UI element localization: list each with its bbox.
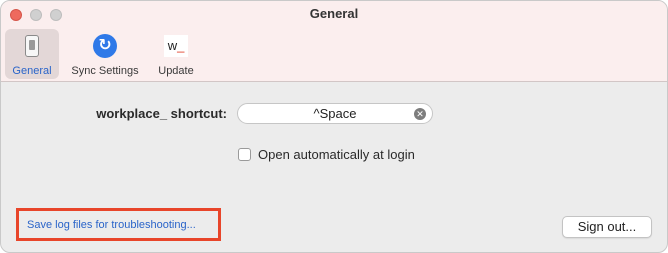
update-icon: w_ [163, 33, 189, 59]
open-at-login-label[interactable]: Open automatically at login [258, 147, 415, 162]
tab-update[interactable]: w_ Update [151, 29, 201, 79]
open-at-login-checkbox[interactable] [238, 147, 251, 161]
sync-icon: ↻ [92, 33, 118, 59]
tab-general-label: General [12, 65, 52, 77]
window-title: General [309, 6, 359, 21]
shortcut-value: ^Space [313, 106, 357, 121]
shortcut-label: workplace_ shortcut: [96, 106, 227, 121]
clear-shortcut-icon[interactable]: ✕ [414, 108, 426, 120]
tab-sync-settings[interactable]: ↻ Sync Settings [65, 29, 145, 79]
open-at-login-row[interactable]: Open automatically at login [238, 146, 415, 162]
sign-out-button[interactable]: Sign out... [562, 216, 652, 238]
titlebar: General General ↻ Sync Settings w_ Updat… [1, 1, 667, 82]
switch-icon [19, 33, 45, 59]
tab-update-label: Update [158, 65, 194, 77]
save-log-files-link[interactable]: Save log files for troubleshooting... [27, 219, 196, 231]
log-link-highlight: Save log files for troubleshooting... [16, 208, 221, 241]
shortcut-input[interactable]: ^Space ✕ [237, 103, 433, 124]
tab-general[interactable]: General [5, 29, 59, 79]
preferences-window: General General ↻ Sync Settings w_ Updat… [0, 0, 668, 253]
tab-sync-settings-label: Sync Settings [71, 65, 139, 77]
